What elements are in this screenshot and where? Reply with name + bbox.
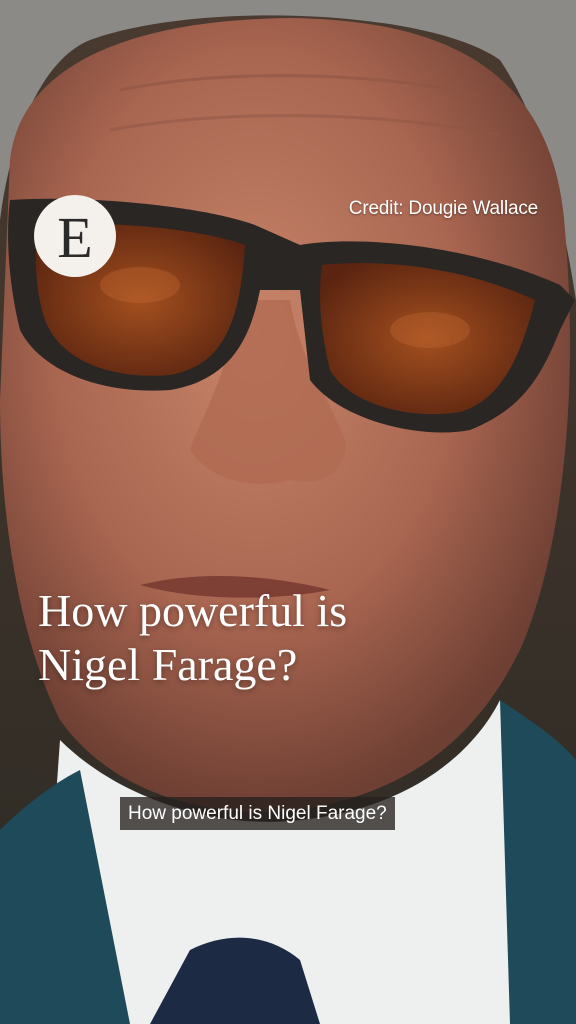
- logo-letter: E: [57, 205, 93, 270]
- headline: How powerful is Nigel Farage?: [38, 584, 508, 692]
- headline-line-2: Nigel Farage?: [38, 639, 298, 690]
- photo-credit: Credit: Dougie Wallace: [348, 198, 538, 219]
- subtitle-caption: How powerful is Nigel Farage?: [120, 797, 395, 830]
- headline-line-1: How powerful is: [38, 585, 348, 636]
- publisher-logo: E: [34, 195, 116, 277]
- background-photo: [0, 0, 576, 1024]
